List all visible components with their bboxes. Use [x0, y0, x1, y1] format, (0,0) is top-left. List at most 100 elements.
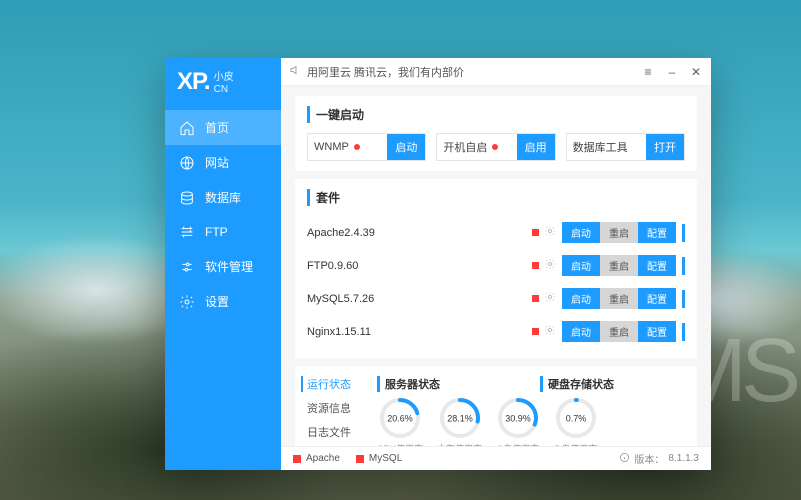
quickstart-start-button[interactable]: 启动	[387, 134, 425, 160]
service-accent-bar	[682, 290, 685, 308]
gauge: 0.7% D盘使用率	[554, 396, 598, 446]
promo-label: 用阿里云 腾讯云，我们有内部价	[307, 64, 464, 80]
quickstart-label: 开机自启	[443, 139, 487, 155]
status-dot-icon	[532, 229, 539, 236]
service-config-button[interactable]: 配置	[638, 288, 676, 309]
service-name: Apache2.4.39	[307, 227, 532, 239]
status-dot-icon	[532, 295, 539, 302]
version-label: 版本：	[634, 451, 664, 466]
svg-text:30.9%: 30.9%	[505, 413, 531, 423]
sidebar: XP. 小皮CN 首页 网站 数据库 FTP 软件管理	[165, 58, 281, 470]
svg-text:20.6%: 20.6%	[387, 413, 413, 423]
footer: Apache MySQL 版本：8.1.1.3	[281, 446, 711, 470]
sidebar-item-home[interactable]: 首页	[165, 110, 281, 145]
service-accent-bar	[682, 323, 685, 341]
speaker-icon	[289, 64, 301, 79]
service-restart-button[interactable]: 重启	[600, 288, 638, 309]
service-name: FTP0.9.60	[307, 260, 532, 272]
service-accent-bar	[682, 257, 685, 275]
promo-text: 用阿里云 腾讯云，我们有内部价	[289, 64, 641, 80]
app-window: XP. 小皮CN 首页 网站 数据库 FTP 软件管理	[165, 58, 711, 470]
service-config-button[interactable]: 配置	[638, 255, 676, 276]
footer-item-label: Apache	[306, 453, 340, 464]
tab-run-status[interactable]: 运行状态	[301, 376, 365, 392]
gauge: 28.1% 内存使用率	[437, 396, 482, 446]
footer-item-label: MySQL	[369, 453, 402, 464]
status-tabs: 运行状态 资源信息 日志文件	[307, 376, 365, 446]
window-controls: ≡ – ✕	[641, 65, 703, 79]
ftp-icon	[179, 224, 195, 240]
sidebar-item-website[interactable]: 网站	[165, 145, 281, 180]
service-config-button[interactable]: 配置	[638, 321, 676, 342]
sidebar-item-software[interactable]: 软件管理	[165, 249, 281, 284]
footer-version: 版本：8.1.1.3	[619, 451, 699, 466]
menu-button[interactable]: ≡	[641, 65, 655, 79]
quickstart-open-button[interactable]: 打开	[646, 134, 684, 160]
service-start-button[interactable]: 启动	[562, 255, 600, 276]
logo-sub2: CN	[214, 84, 228, 95]
service-row: Nginx1.15.11 启动 重启 配置	[307, 315, 685, 348]
status-dot-icon	[532, 262, 539, 269]
gauge: 20.6% CPU使用率	[377, 396, 423, 446]
sidebar-item-label: 数据库	[205, 189, 241, 206]
globe-icon	[179, 155, 195, 171]
status-dot-icon	[356, 455, 364, 463]
service-start-button[interactable]: 启动	[562, 321, 600, 342]
service-config-button[interactable]: 配置	[638, 222, 676, 243]
database-icon	[179, 190, 195, 206]
service-restart-button[interactable]: 重启	[600, 321, 638, 342]
sidebar-item-label: 首页	[205, 119, 229, 136]
content: 一键启动 WNMP 启动 开机自启 启用 数据库工具 打开	[281, 86, 711, 446]
service-start-button[interactable]: 启动	[562, 222, 600, 243]
service-row: MySQL5.7.26 启动 重启 配置	[307, 282, 685, 315]
status-dot-icon	[354, 144, 360, 150]
home-icon	[179, 120, 195, 136]
sliders-icon	[179, 259, 195, 275]
svg-text:28.1%: 28.1%	[447, 413, 473, 423]
status-panel: 运行状态 资源信息 日志文件 服务器状态 硬盘存储状态 20.6% CPU使用率…	[295, 366, 697, 446]
quickstart-wnmp: WNMP 启动	[307, 133, 426, 161]
close-button[interactable]: ✕	[689, 65, 703, 79]
services-title: 套件	[307, 189, 685, 206]
quickstart-enable-button[interactable]: 启用	[517, 134, 555, 160]
service-accent-bar	[682, 224, 685, 242]
footer-mysql: MySQL	[356, 453, 402, 464]
logo-main: XP	[177, 68, 204, 95]
sidebar-item-label: 设置	[205, 293, 229, 310]
logo-dot: .	[204, 68, 210, 95]
quickstart-dbtool: 数据库工具 打开	[566, 133, 685, 161]
sidebar-item-ftp[interactable]: FTP	[165, 215, 281, 249]
main-panel: 用阿里云 腾讯云，我们有内部价 ≡ – ✕ 一键启动 WNMP 启动 开机自启	[281, 58, 711, 470]
service-start-button[interactable]: 启动	[562, 288, 600, 309]
quickstart-section: 一键启动 WNMP 启动 开机自启 启用 数据库工具 打开	[295, 96, 697, 171]
quickstart-title: 一键启动	[307, 106, 685, 123]
status-dot-icon	[293, 455, 301, 463]
status-group-server: 服务器状态	[377, 376, 440, 392]
quickstart-autostart: 开机自启 启用	[436, 133, 555, 161]
info-icon	[619, 452, 630, 466]
service-restart-button[interactable]: 重启	[600, 255, 638, 276]
sidebar-item-settings[interactable]: 设置	[165, 284, 281, 319]
quickstart-label: WNMP	[314, 141, 349, 153]
service-row: FTP0.9.60 启动 重启 配置	[307, 249, 685, 282]
tab-resource-info[interactable]: 资源信息	[307, 400, 365, 416]
footer-apache: Apache	[293, 453, 340, 464]
status-dot-icon	[532, 328, 539, 335]
gear-icon[interactable]	[544, 291, 556, 306]
services-section: 套件 Apache2.4.39 启动 重启 配置 FTP0.9.60 启动 重启…	[295, 179, 697, 358]
gear-icon[interactable]	[544, 225, 556, 240]
sidebar-item-label: 软件管理	[205, 258, 253, 275]
gear-icon[interactable]	[544, 324, 556, 339]
titlebar: 用阿里云 腾讯云，我们有内部价 ≡ – ✕	[281, 58, 711, 86]
sidebar-item-database[interactable]: 数据库	[165, 180, 281, 215]
status-group-disk: 硬盘存储状态	[540, 376, 614, 392]
minimize-button[interactable]: –	[665, 65, 679, 79]
service-restart-button[interactable]: 重启	[600, 222, 638, 243]
logo: XP. 小皮CN	[165, 58, 281, 110]
logo-sub1: 小皮	[214, 72, 234, 83]
status-dot-icon	[492, 144, 498, 150]
service-name: Nginx1.15.11	[307, 326, 532, 338]
svg-text:0.7%: 0.7%	[566, 413, 587, 423]
tab-log-files[interactable]: 日志文件	[307, 424, 365, 440]
gear-icon[interactable]	[544, 258, 556, 273]
